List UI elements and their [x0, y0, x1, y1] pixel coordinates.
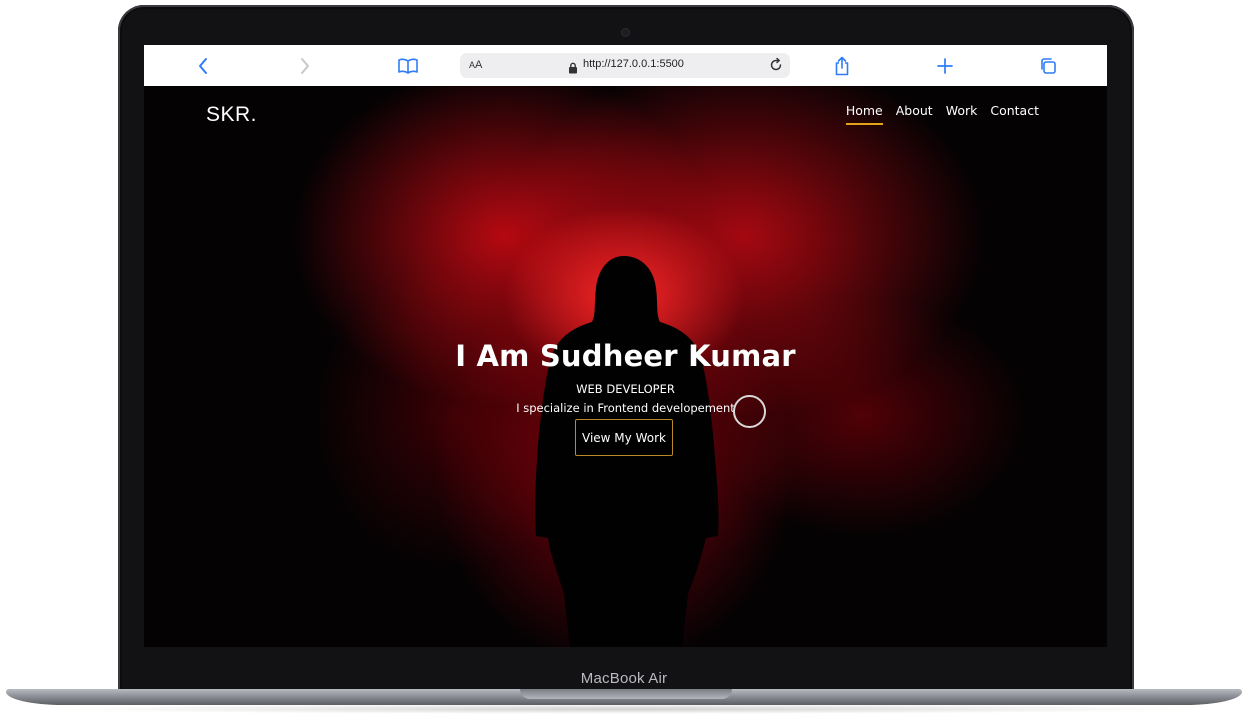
back-button[interactable]	[190, 53, 216, 79]
new-tab-button[interactable]	[932, 53, 958, 79]
view-my-work-button[interactable]: View My Work	[575, 419, 673, 456]
hero-subtitle: WEB DEVELOPER	[576, 382, 675, 396]
new-tab-icon	[937, 58, 953, 74]
reload-icon	[770, 57, 782, 71]
hero-title: I Am Sudheer Kumar	[455, 339, 796, 373]
forward-icon	[301, 58, 309, 74]
webcam	[622, 29, 629, 36]
hero-description: I specialize in Frontend developement	[516, 401, 735, 415]
lock-icon	[568, 59, 578, 78]
address-bar[interactable]: AA http://127.0.0.1:5500	[460, 53, 790, 78]
reload-button[interactable]	[768, 57, 784, 77]
device-label: MacBook Air	[580, 670, 668, 687]
share-button[interactable]	[829, 53, 855, 79]
url-text[interactable]: http://127.0.0.1:5500	[583, 58, 684, 70]
browser-toolbar: AA http://127.0.0.1:5500	[144, 45, 1107, 87]
site-nav: Home About Work Contact	[845, 103, 1039, 125]
forward-button[interactable]	[292, 53, 318, 79]
back-icon	[199, 58, 207, 74]
nav-about[interactable]: About	[896, 103, 933, 124]
hero-section: SKR. Home About Work Contact I Am Sudhee…	[144, 86, 1107, 647]
laptop-opening-notch	[520, 689, 732, 699]
nav-work[interactable]: Work	[946, 103, 978, 124]
bookmarks-button[interactable]	[395, 53, 421, 79]
custom-cursor-ring	[733, 395, 766, 428]
nav-home[interactable]: Home	[845, 103, 883, 125]
site-logo[interactable]: SKR.	[206, 103, 257, 127]
tabs-icon	[1041, 58, 1056, 74]
laptop-screen: AA http://127.0.0.1:5500 SKR. Home About	[144, 45, 1107, 647]
reader-aa-button[interactable]: AA	[469, 59, 482, 71]
tabs-overview-button[interactable]	[1035, 53, 1061, 79]
share-icon	[835, 56, 849, 76]
bookmarks-icon	[398, 58, 418, 74]
laptop-shadow	[40, 704, 1208, 714]
nav-contact[interactable]: Contact	[990, 103, 1039, 124]
